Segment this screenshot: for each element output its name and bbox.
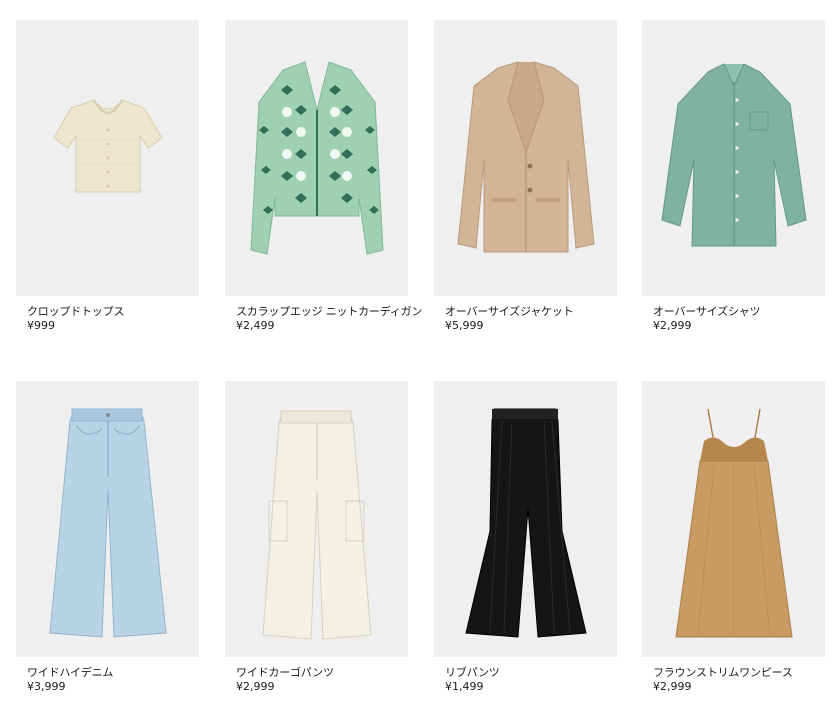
wide-denim-image[interactable] — [16, 381, 199, 657]
product-price: ¥5,999 — [445, 319, 484, 332]
product-name[interactable]: オーバーサイズシャツ — [642, 305, 827, 319]
product-price: ¥3,999 — [27, 680, 66, 693]
product-price: ¥1,499 — [445, 680, 484, 693]
crop-top-image[interactable] — [16, 20, 199, 296]
product-name[interactable]: リブパンツ — [434, 666, 619, 680]
cargo-pants-icon — [262, 410, 372, 640]
cargo-pants-image[interactable] — [225, 381, 408, 657]
product-name[interactable]: フラウンストリムワンピース — [642, 666, 827, 680]
product-name[interactable]: スカラップエッジ ニットカーディガン — [225, 305, 422, 319]
wide-denim-icon — [49, 408, 167, 638]
knit-cardigan-image[interactable] — [225, 20, 408, 296]
product-card-wide-denim[interactable]: ワイドハイデニム ¥3,999 — [16, 381, 201, 694]
product-price: ¥999 — [27, 319, 55, 332]
rib-pants-image[interactable] — [434, 381, 617, 657]
flounce-dress-icon — [675, 408, 793, 638]
knit-cardigan-icon — [250, 61, 384, 255]
product-name[interactable]: ワイドカーゴパンツ — [225, 666, 410, 680]
product-card-rib-pants[interactable]: リブパンツ ¥1,499 — [434, 381, 619, 694]
rib-pants-icon — [465, 408, 587, 638]
flounce-dress-image[interactable] — [642, 381, 825, 657]
product-card-flounce-dress[interactable]: フラウンストリムワンピース ¥2,999 — [642, 381, 827, 694]
oversized-shirt-image[interactable] — [642, 20, 825, 296]
product-card-crop-top[interactable]: クロップドトップス ¥999 — [16, 20, 201, 333]
product-name[interactable]: クロップドトップス — [16, 305, 201, 319]
product-name[interactable]: オーバーサイズジャケット — [434, 305, 619, 319]
oversized-jacket-icon — [457, 61, 595, 253]
product-card-oversized-shirt[interactable]: オーバーサイズシャツ ¥2,999 — [642, 20, 827, 333]
product-name[interactable]: ワイドハイデニム — [16, 666, 201, 680]
product-card-oversized-jacket[interactable]: オーバーサイズジャケット ¥5,999 — [434, 20, 619, 333]
oversized-shirt-icon — [661, 63, 807, 247]
oversized-jacket-image[interactable] — [434, 20, 617, 296]
product-price: ¥2,999 — [236, 680, 275, 693]
product-price: ¥2,999 — [653, 319, 692, 332]
crop-top-icon — [53, 99, 163, 193]
product-card-knit-cardigan[interactable]: スカラップエッジ ニットカーディガン ¥2,499 — [225, 20, 422, 333]
product-card-cargo-pants[interactable]: ワイドカーゴパンツ ¥2,999 — [225, 381, 410, 694]
product-price: ¥2,499 — [236, 319, 275, 332]
product-price: ¥2,999 — [653, 680, 692, 693]
